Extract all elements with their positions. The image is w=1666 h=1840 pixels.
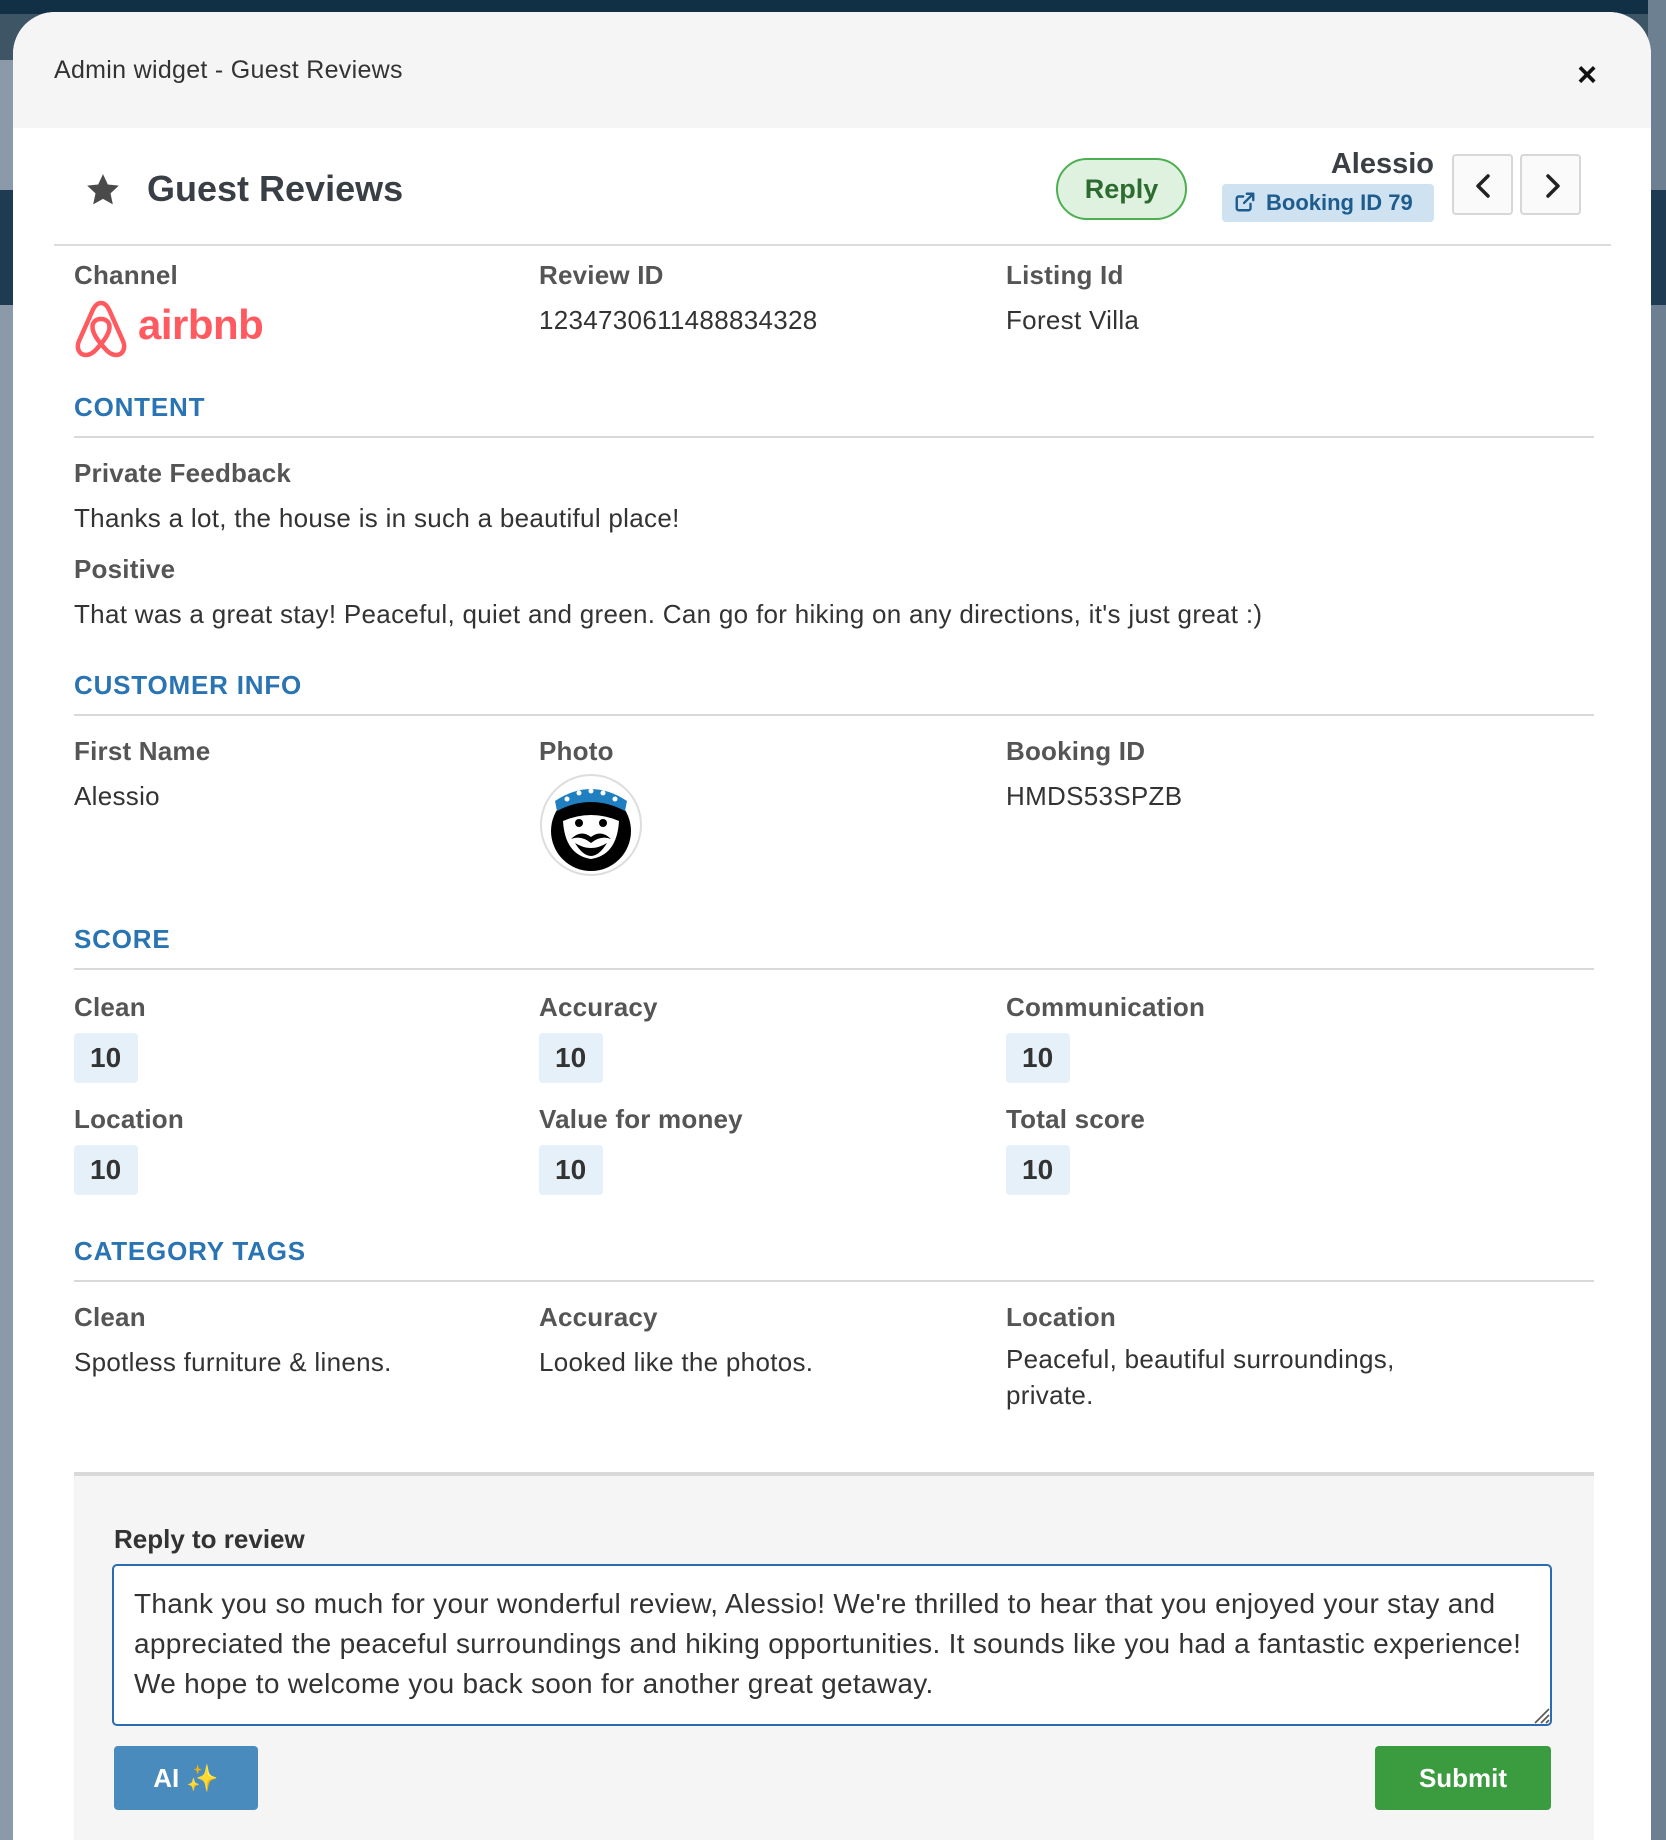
- score-section-title: SCORE: [74, 924, 171, 954]
- booking-id-field: Booking ID HMDS53SPZB: [1006, 736, 1182, 812]
- listing-field: Listing Id Forest Villa: [1006, 260, 1139, 336]
- divider: [74, 1280, 1594, 1282]
- avatar: [540, 774, 642, 876]
- review-id-field: Review ID 1234730611488834328: [539, 260, 818, 336]
- content-section-title: CONTENT: [74, 392, 206, 422]
- divider: [74, 436, 1594, 438]
- tag-label: Accuracy: [539, 1302, 658, 1332]
- tags-section-title: CATEGORY TAGS: [74, 1236, 306, 1266]
- divider: [74, 714, 1594, 716]
- score-value: 10: [74, 1033, 138, 1083]
- first-name-field: First Name Alessio: [74, 736, 210, 812]
- score-total: Total score 10: [1006, 1104, 1145, 1195]
- positive-feedback-label: Positive: [74, 554, 176, 584]
- score-label: Accuracy: [539, 992, 658, 1022]
- positive-feedback: Positive That was a great stay! Peaceful…: [74, 554, 1262, 630]
- score-value: 10: [539, 1033, 603, 1083]
- score-value: 10: [74, 1145, 138, 1195]
- airbnb-icon: [75, 300, 127, 358]
- reply-label: Reply to review: [114, 1524, 305, 1554]
- score-clean: Clean 10: [74, 992, 146, 1083]
- review-id-label: Review ID: [539, 260, 664, 290]
- tag-text: Spotless furniture & linens.: [74, 1347, 392, 1377]
- score-value: 10: [1006, 1145, 1070, 1195]
- next-review-button[interactable]: [1520, 154, 1581, 215]
- score-location: Location 10: [74, 1104, 184, 1195]
- private-feedback-label: Private Feedback: [74, 458, 292, 488]
- review-header: Guest Reviews Reply Alessio Booking ID 7…: [54, 128, 1611, 246]
- reply-textarea[interactable]: Thank you so much for your wonderful rev…: [112, 1564, 1552, 1726]
- booking-id-label: Booking ID: [1006, 736, 1146, 766]
- reply-panel: Reply to review Thank you so much for yo…: [74, 1472, 1594, 1840]
- close-button[interactable]: ×: [1571, 58, 1603, 92]
- score-communication: Communication 10: [1006, 992, 1205, 1083]
- tag-label: Clean: [74, 1302, 146, 1332]
- ai-generate-button[interactable]: AI ✨: [114, 1746, 258, 1810]
- customer-section-title: CUSTOMER INFO: [74, 670, 303, 700]
- review-overview: Channel airbnb Review ID 123473061148883…: [54, 246, 1611, 376]
- resize-handle-icon[interactable]: [1532, 1706, 1550, 1724]
- tag-clean: Clean Spotless furniture & linens.: [74, 1302, 392, 1378]
- customer-info-section: CUSTOMER INFO First Name Alessio Photo B…: [54, 654, 1611, 912]
- score-accuracy: Accuracy 10: [539, 992, 658, 1083]
- channel-name: airbnb: [138, 301, 264, 348]
- modal-body: Guest Reviews Reply Alessio Booking ID 7…: [13, 128, 1651, 1434]
- photo-field: Photo: [539, 736, 643, 877]
- chevron-right-icon: [1546, 174, 1560, 198]
- booking-id-value: HMDS53SPZB: [1006, 781, 1183, 811]
- external-link-icon: [1235, 192, 1255, 212]
- positive-feedback-text: That was a great stay! Peaceful, quiet a…: [74, 599, 1263, 629]
- score-value-for-money: Value for money 10: [539, 1104, 743, 1195]
- tag-text: Peaceful, beautiful surroundings, privat…: [1006, 1344, 1395, 1410]
- admin-widget-modal: Admin widget - Guest Reviews × Guest Rev…: [13, 12, 1651, 1840]
- score-label: Value for money: [539, 1104, 743, 1134]
- submit-button[interactable]: Submit: [1375, 1746, 1551, 1810]
- booking-link-label: Booking ID 79: [1266, 190, 1413, 215]
- category-tags-section: CATEGORY TAGS Clean Spotless furniture &…: [54, 1224, 1611, 1434]
- score-value: 10: [539, 1145, 603, 1195]
- tag-accuracy: Accuracy Looked like the photos.: [539, 1302, 813, 1378]
- listing-label: Listing Id: [1006, 260, 1124, 290]
- tag-location: Location Peaceful, beautiful surrounding…: [1006, 1302, 1426, 1413]
- score-section: SCORE Clean 10 Accuracy 10 Communication…: [54, 912, 1611, 1224]
- private-feedback-text: Thanks a lot, the house is in such a bea…: [74, 503, 680, 533]
- score-value: 10: [1006, 1033, 1070, 1083]
- review-id-value: 1234730611488834328: [539, 305, 818, 335]
- page-title: Guest Reviews: [147, 168, 404, 209]
- tag-text: Looked like the photos.: [539, 1347, 814, 1377]
- modal-title: Admin widget - Guest Reviews: [54, 56, 403, 84]
- airbnb-logo: airbnb: [74, 299, 264, 359]
- previous-review-button[interactable]: [1452, 154, 1513, 215]
- tag-label: Location: [1006, 1302, 1116, 1332]
- photo-label: Photo: [539, 736, 614, 766]
- channel-label: Channel: [74, 260, 178, 290]
- background-left-strip: [0, 60, 14, 1840]
- chevron-left-icon: [1476, 174, 1490, 198]
- background-left-accent: [0, 190, 14, 305]
- score-label: Clean: [74, 992, 146, 1022]
- divider: [74, 968, 1594, 970]
- score-label: Communication: [1006, 992, 1206, 1022]
- first-name-label: First Name: [74, 736, 211, 766]
- booking-link[interactable]: Booking ID 79: [1222, 184, 1434, 222]
- score-label: Location: [74, 1104, 184, 1134]
- private-feedback: Private Feedback Thanks a lot, the house…: [74, 458, 680, 534]
- reply-button[interactable]: Reply: [1056, 158, 1187, 220]
- star-icon: [87, 174, 119, 205]
- content-section: CONTENT Private Feedback Thanks a lot, t…: [54, 376, 1611, 654]
- first-name-value: Alessio: [74, 781, 160, 811]
- modal-header: Admin widget - Guest Reviews ×: [13, 12, 1651, 128]
- score-label: Total score: [1006, 1104, 1145, 1134]
- guest-name: Alessio: [1330, 148, 1434, 180]
- channel-field: Channel airbnb: [74, 260, 264, 359]
- listing-value: Forest Villa: [1006, 305, 1140, 335]
